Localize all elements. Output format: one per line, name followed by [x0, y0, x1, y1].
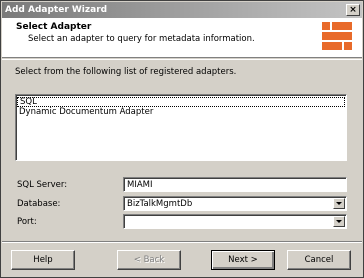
page-description: Select an adapter to query for metadata …: [28, 34, 255, 44]
adapter-listbox[interactable]: SQL Dynamic Documentum Adapter: [15, 94, 347, 161]
next-button[interactable]: Next >: [211, 250, 275, 270]
header-divider: [2, 59, 362, 60]
wizard-logo-icon: [322, 22, 352, 52]
intro-text: Select from the following list of regist…: [15, 67, 237, 77]
close-icon: ×: [349, 5, 357, 15]
sql-server-combo[interactable]: MIAMI: [123, 177, 347, 192]
close-button[interactable]: ×: [346, 4, 360, 16]
port-label: Port:: [17, 217, 37, 227]
list-item[interactable]: SQL: [17, 97, 345, 107]
chevron-down-icon[interactable]: [333, 216, 345, 227]
help-button[interactable]: Help: [11, 250, 75, 270]
page-title: Select Adapter: [16, 22, 92, 32]
sql-server-label: SQL Server:: [17, 180, 68, 190]
database-select[interactable]: BizTalkMgmtDb: [123, 196, 347, 211]
back-button[interactable]: < Back: [117, 250, 181, 270]
sql-server-value: MIAMI: [127, 180, 153, 190]
footer-divider: [2, 241, 362, 243]
list-item[interactable]: Dynamic Documentum Adapter: [17, 107, 345, 117]
window-title: Add Adapter Wizard: [5, 5, 108, 15]
chevron-down-icon[interactable]: [333, 198, 345, 209]
database-value: BizTalkMgmtDb: [127, 199, 193, 209]
cancel-button[interactable]: Cancel: [287, 250, 351, 270]
database-label: Database:: [17, 199, 61, 209]
port-select[interactable]: [123, 214, 347, 229]
add-adapter-wizard-window: Add Adapter Wizard × Select Adapter Sele…: [0, 0, 364, 278]
title-bar[interactable]: Add Adapter Wizard ×: [2, 2, 362, 18]
wizard-header: Select Adapter Select an adapter to quer…: [2, 18, 362, 58]
